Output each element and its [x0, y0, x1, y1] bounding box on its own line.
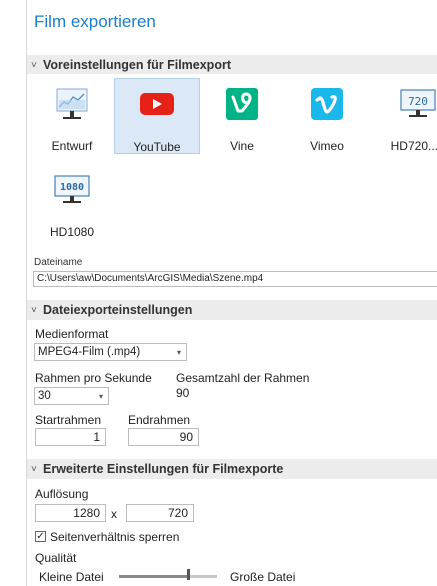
filename-input[interactable]: C:\Users\aw\Documents\ArcGIS\Media\Szene…: [33, 271, 437, 287]
quality-slider-thumb[interactable]: [186, 569, 190, 580]
export-settings-section-header[interactable]: ˅ Dateiexporteinstellungen: [27, 300, 437, 320]
lock-aspect-checkbox[interactable]: ✓: [35, 531, 46, 542]
presets-section-header[interactable]: ˅ Voreinstellungen für Filmexport: [27, 55, 437, 75]
advanced-settings-section-header[interactable]: ˅ Erweiterte Einstellungen für Filmexpor…: [27, 459, 437, 479]
preset-youtube[interactable]: YouTube: [114, 78, 200, 154]
fps-value: 30: [38, 390, 51, 402]
media-format-select[interactable]: MPEG4-Film (.mp4) ▾: [34, 343, 187, 361]
end-frame-label: Endrahmen: [128, 413, 191, 427]
chevron-down-icon: ▾: [176, 347, 181, 357]
chevron-down-icon: ˅: [31, 463, 37, 475]
section-label: Erweiterte Einstellungen für Filmexporte: [43, 462, 284, 476]
preset-vine[interactable]: Vine: [199, 78, 285, 154]
hd720-icon: 720: [400, 88, 436, 123]
preset-label: HD1080: [49, 225, 95, 239]
resolution-separator: x: [111, 507, 117, 521]
fps-select[interactable]: 30 ▾: [34, 387, 109, 405]
media-format-label: Medienformat: [35, 327, 109, 341]
start-frame-label: Startrahmen: [35, 413, 102, 427]
quality-label: Qualität: [35, 551, 77, 565]
svg-text:1080: 1080: [60, 182, 84, 193]
total-frames-value: 90: [176, 386, 190, 400]
youtube-icon: [139, 89, 175, 122]
vine-icon: [226, 88, 258, 123]
fps-label: Rahmen pro Sekunde: [35, 371, 152, 385]
quality-max-label: Große Datei: [230, 570, 296, 584]
quality-slider-fill: [119, 575, 188, 578]
total-frames-label: Gesamtzahl der Rahmen: [176, 371, 310, 385]
vimeo-icon: [311, 88, 343, 123]
pane-title: Film exportieren: [34, 12, 156, 31]
section-label: Voreinstellungen für Filmexport: [43, 58, 231, 72]
chevron-down-icon: ˅: [31, 304, 37, 316]
preset-label: Vimeo: [310, 139, 344, 153]
resolution-height-input[interactable]: 720: [126, 504, 194, 522]
preset-label: HD720...: [390, 139, 437, 153]
export-movie-pane: Film exportieren ˅ Voreinstellungen für …: [26, 0, 437, 586]
end-frame-input[interactable]: 90: [128, 428, 199, 446]
preset-label: YouTube: [133, 140, 181, 154]
resolution-label: Auflösung: [35, 487, 89, 501]
svg-text:720: 720: [408, 95, 428, 108]
quality-min-label: Kleine Datei: [39, 570, 104, 584]
draft-chart-icon: [54, 88, 90, 125]
filename-label: Dateiname: [34, 257, 83, 268]
chevron-down-icon: ˅: [31, 59, 37, 71]
start-frame-input[interactable]: 1: [35, 428, 106, 446]
preset-hd1080[interactable]: 1080 HD1080: [29, 164, 115, 240]
preset-label: Entwurf: [51, 139, 93, 153]
resolution-width-input[interactable]: 1280: [35, 504, 106, 522]
preset-draft[interactable]: Entwurf: [29, 78, 115, 154]
chevron-down-icon: ▾: [98, 391, 103, 401]
preset-vimeo[interactable]: Vimeo: [284, 78, 370, 154]
preset-hd720[interactable]: 720 HD720...: [370, 78, 437, 154]
preset-label: Vine: [230, 139, 254, 153]
media-format-value: MPEG4-Film (.mp4): [38, 346, 141, 358]
preset-gallery: Entwurf YouTube Vine Vimeo 720 HD720... …: [27, 74, 437, 242]
section-label: Dateiexporteinstellungen: [43, 303, 193, 317]
lock-aspect-label: Seitenverhältnis sperren: [50, 530, 180, 544]
hd1080-icon: 1080: [54, 174, 90, 209]
